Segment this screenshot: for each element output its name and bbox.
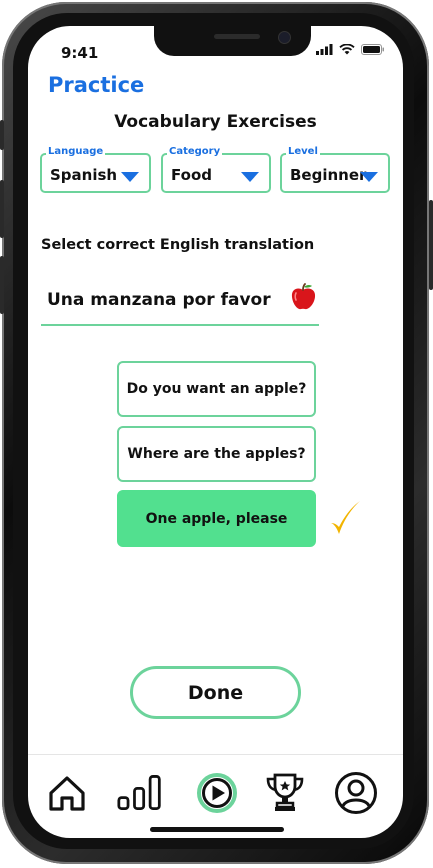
tab-practice[interactable] bbox=[194, 771, 240, 815]
checkmark-icon bbox=[331, 501, 360, 534]
status-time: 9:41 bbox=[61, 44, 99, 62]
done-button-label: Done bbox=[187, 681, 244, 704]
stats-icon bbox=[117, 775, 161, 811]
wifi-icon bbox=[339, 44, 355, 55]
level-value: Beginner bbox=[290, 166, 367, 184]
home-indicator bbox=[150, 827, 284, 832]
answer-option-2[interactable]: Where are the apples? bbox=[117, 426, 316, 482]
language-dropdown[interactable]: Language Spanish bbox=[40, 146, 151, 193]
category-dropdown[interactable]: Category Food bbox=[161, 146, 271, 193]
speaker bbox=[214, 34, 260, 39]
play-icon bbox=[197, 773, 237, 813]
source-phrase: Una manzana por favor bbox=[47, 290, 271, 310]
level-label: Level bbox=[286, 146, 320, 157]
category-label: Category bbox=[167, 146, 223, 157]
language-label: Language bbox=[46, 146, 106, 157]
tab-stats[interactable] bbox=[117, 771, 163, 815]
status-icons bbox=[316, 44, 385, 55]
app-screen: 9:41 Practice Vocabulary Exercises Langu… bbox=[28, 26, 403, 838]
battery-icon bbox=[361, 44, 384, 55]
volume-down-button bbox=[0, 256, 4, 314]
level-dropdown[interactable]: Level Beginner bbox=[280, 146, 390, 193]
mute-switch bbox=[0, 120, 4, 150]
chevron-down-icon bbox=[241, 172, 259, 182]
apple-icon bbox=[291, 283, 316, 310]
camera bbox=[278, 31, 291, 44]
category-value: Food bbox=[171, 166, 212, 184]
answer-option-label: Where are the apples? bbox=[127, 446, 306, 462]
tab-bar bbox=[28, 754, 403, 838]
done-button[interactable]: Done bbox=[130, 666, 301, 719]
tab-home[interactable] bbox=[44, 771, 90, 815]
notch bbox=[154, 26, 311, 56]
page-title: Practice bbox=[48, 73, 145, 97]
home-icon bbox=[49, 776, 85, 811]
instruction-text: Select correct English translation bbox=[41, 237, 315, 253]
tab-achievements[interactable] bbox=[262, 771, 308, 815]
power-button bbox=[429, 200, 433, 290]
chevron-down-icon bbox=[121, 172, 139, 182]
trophy-icon bbox=[266, 773, 304, 811]
language-value: Spanish bbox=[50, 166, 118, 184]
phrase-underline bbox=[41, 324, 319, 326]
section-title: Vocabulary Exercises bbox=[114, 112, 317, 132]
signal-icon bbox=[316, 44, 333, 55]
answer-option-1[interactable]: Do you want an apple? bbox=[117, 361, 316, 417]
answer-option-label: One apple, please bbox=[145, 510, 288, 527]
profile-icon bbox=[335, 772, 377, 814]
answer-option-label: Do you want an apple? bbox=[126, 381, 307, 397]
chevron-down-icon bbox=[360, 172, 378, 182]
tab-profile[interactable] bbox=[333, 771, 379, 815]
answer-option-3-selected[interactable]: One apple, please bbox=[117, 490, 316, 547]
volume-up-button bbox=[0, 180, 4, 238]
